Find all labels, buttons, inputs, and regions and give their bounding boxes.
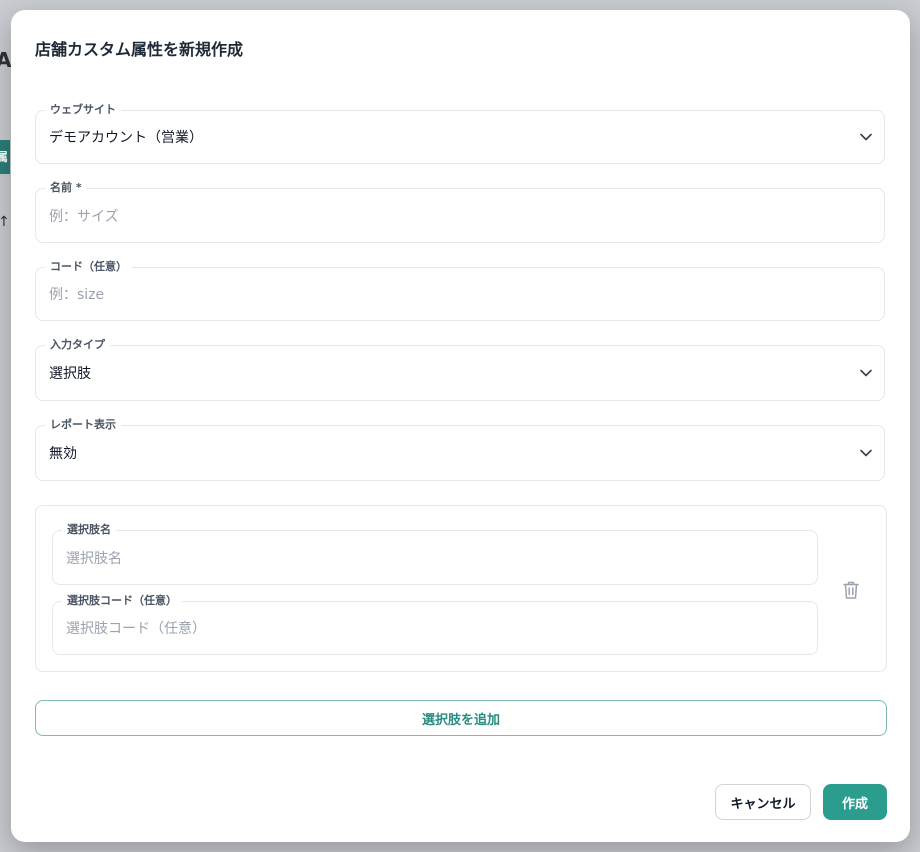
trash-icon[interactable]	[842, 580, 860, 600]
choice-code-field[interactable]: 選択肢コード（任意） 選択肢コード（任意）	[52, 593, 818, 655]
website-label: ウェブサイト	[45, 102, 121, 118]
cancel-button[interactable]: キャンセル	[715, 784, 811, 820]
report-display-label: レポート表示	[45, 417, 121, 433]
website-value: デモアカウント（営業）	[49, 130, 203, 146]
choice-item-card: 選択肢名 選択肢名 選択肢コード（任意） 選択肢コード（任意）	[35, 505, 887, 672]
code-label: コード（任意）	[45, 259, 132, 275]
code-placeholder: 例：size	[49, 287, 105, 303]
create-attribute-dialog: 店舗カスタム属性を新規作成 ウェブサイト デモアカウント（営業） 名前 * 例：…	[11, 10, 910, 842]
chevron-down-icon	[860, 133, 872, 141]
background-heading-fragment: A	[0, 48, 12, 72]
choice-name-placeholder: 選択肢名	[66, 550, 122, 567]
name-field[interactable]: 名前 * 例：サイズ	[35, 180, 885, 243]
input-type-label: 入力タイプ	[45, 337, 110, 353]
report-display-select[interactable]: レポート表示 無効	[35, 417, 885, 481]
report-display-value: 無効	[49, 446, 77, 462]
background-tab-label: 属	[0, 150, 9, 164]
add-choice-button[interactable]: 選択肢を追加	[35, 700, 887, 736]
website-select[interactable]: ウェブサイト デモアカウント（営業）	[35, 102, 885, 164]
dialog-title: 店舗カスタム属性を新規作成	[35, 40, 244, 59]
choice-code-placeholder: 選択肢コード（任意）	[66, 621, 206, 637]
choice-name-label: 選択肢名	[62, 522, 116, 538]
chevron-down-icon	[860, 449, 872, 457]
chevron-down-icon	[860, 369, 872, 377]
background-tab: 属	[0, 140, 10, 174]
code-field[interactable]: コード（任意） 例：size	[35, 259, 885, 321]
name-label: 名前 *	[45, 180, 87, 196]
choice-name-field[interactable]: 選択肢名 選択肢名	[52, 522, 818, 585]
choice-code-label: 選択肢コード（任意）	[62, 593, 182, 609]
name-placeholder: 例：サイズ	[49, 208, 119, 225]
input-type-select[interactable]: 入力タイプ 選択肢	[35, 337, 885, 401]
background-sort-arrow: ↑	[0, 214, 10, 230]
input-type-value: 選択肢	[49, 366, 91, 382]
create-button[interactable]: 作成	[823, 784, 887, 820]
